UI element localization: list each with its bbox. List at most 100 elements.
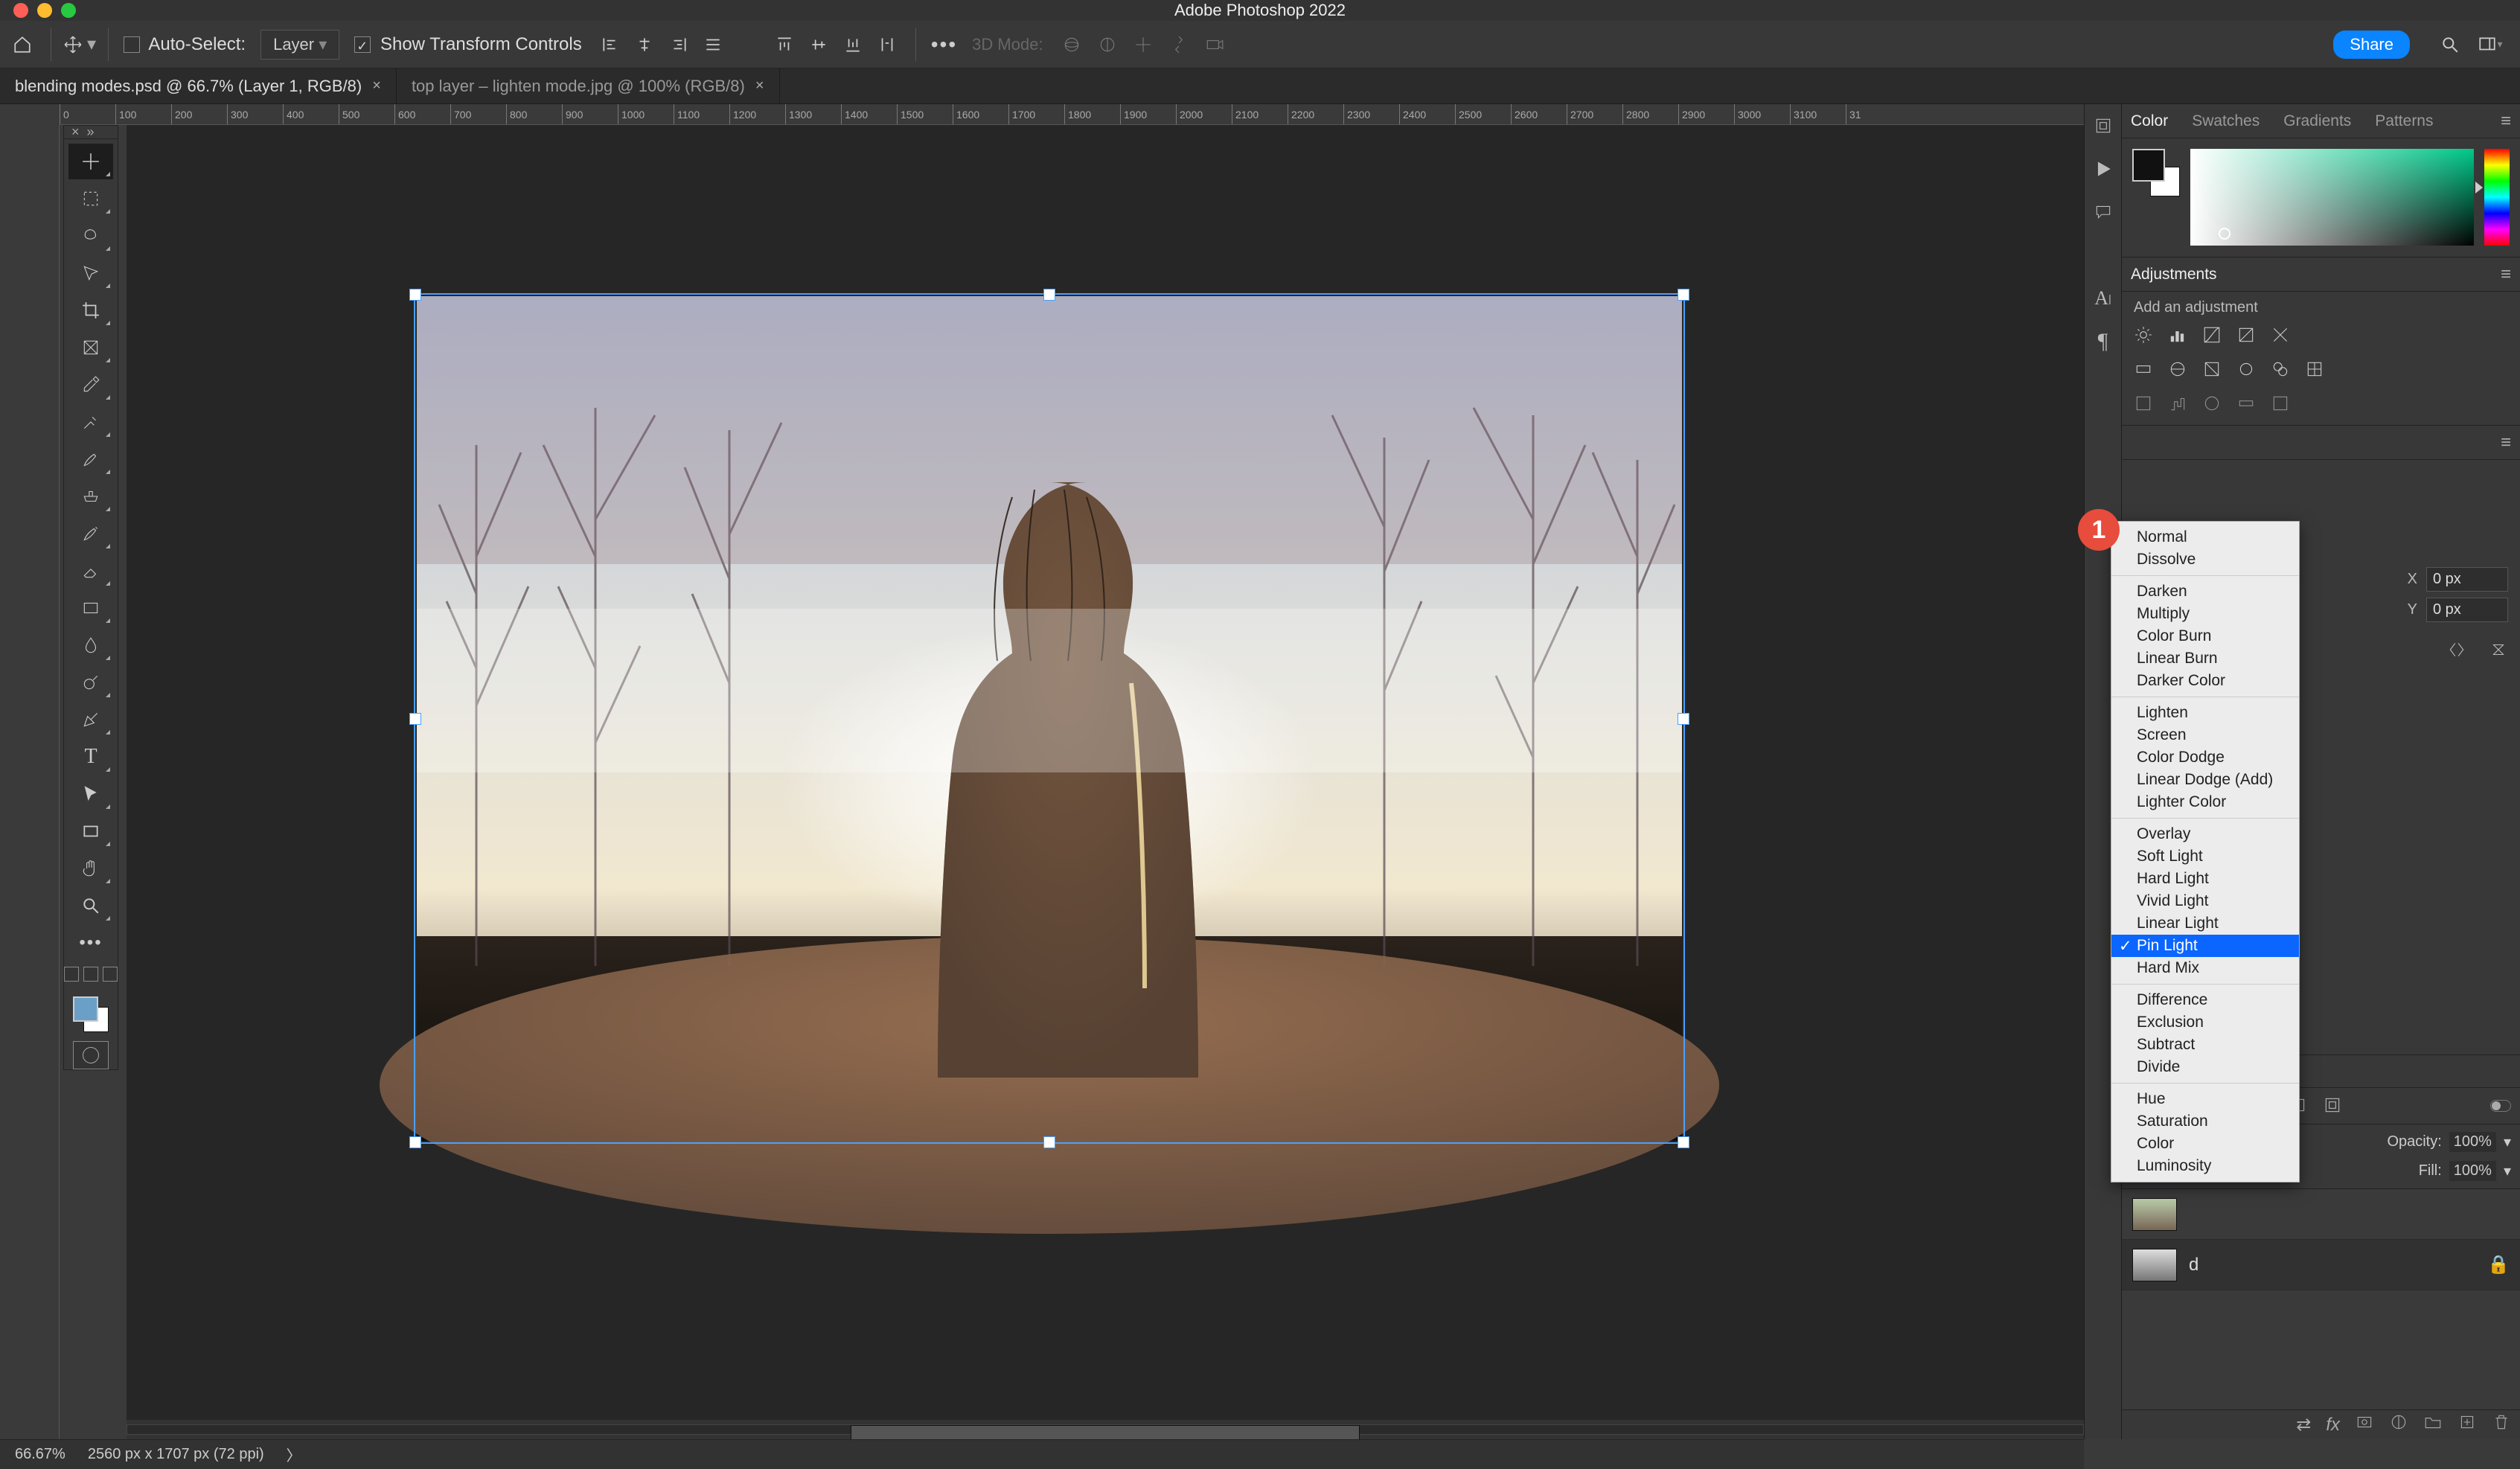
lock-icon[interactable]: 🔒 (2487, 1254, 2510, 1276)
channel-mixer-icon[interactable] (2271, 359, 2292, 380)
doc-tab-inactive[interactable]: top layer – lighten mode.jpg @ 100% (RGB… (397, 68, 780, 103)
more-options-icon[interactable]: ••• (931, 33, 957, 57)
prop-x-value[interactable]: 0 px (2426, 567, 2508, 592)
paragraph-panel-icon[interactable]: ¶ (2092, 330, 2114, 353)
handle-top-mid[interactable] (1043, 289, 1055, 301)
gradient-tool[interactable] (68, 590, 113, 626)
pen-tool[interactable] (68, 702, 113, 737)
canvas[interactable] (127, 125, 2084, 1439)
new-layer-icon[interactable] (2457, 1412, 2477, 1437)
blend-mode-vivid-light[interactable]: Vivid Light (2111, 890, 2299, 912)
toolbar-grip[interactable]: × » (63, 125, 118, 138)
move-tool[interactable] (68, 144, 113, 179)
threshold-icon[interactable] (2202, 394, 2223, 415)
clone-stamp-tool[interactable] (68, 479, 113, 514)
handle-bottom-right[interactable] (1678, 1136, 1689, 1148)
bw-icon[interactable] (2202, 359, 2223, 380)
blend-mode-linear-light[interactable]: Linear Light (2111, 912, 2299, 935)
auto-select-toggle[interactable]: Auto-Select: (124, 34, 246, 55)
brush-tool[interactable] (68, 441, 113, 477)
auto-select-target[interactable]: Layer ▾ (260, 30, 339, 60)
doc-tab-active[interactable]: blending modes.psd @ 66.7% (Layer 1, RGB… (0, 68, 397, 103)
blend-mode-difference[interactable]: Difference (2111, 989, 2299, 1011)
filter-smart-icon[interactable] (2323, 1095, 2344, 1116)
character-panel-icon[interactable]: A| (2092, 287, 2114, 310)
blend-mode-menu[interactable]: NormalDissolveDarkenMultiplyColor BurnLi… (2111, 521, 2300, 1182)
status-caret-icon[interactable]: 〉 (287, 1444, 301, 1465)
show-transform-toggle[interactable]: Show Transform Controls (354, 34, 581, 55)
trash-icon[interactable] (2492, 1412, 2511, 1437)
tab-patterns[interactable]: Patterns (2375, 112, 2433, 130)
quick-mask-toggle[interactable] (73, 1041, 109, 1069)
swatch-pair[interactable] (68, 992, 113, 1037)
auto-select-checkbox[interactable] (124, 36, 140, 53)
color-lookup-icon[interactable] (2305, 359, 2326, 380)
opacity-value[interactable]: 100% (2449, 1132, 2496, 1152)
blend-mode-color[interactable]: Color (2111, 1133, 2299, 1155)
selective-color-icon[interactable] (2271, 394, 2292, 415)
quick-select-tool[interactable] (68, 255, 113, 291)
show-transform-checkbox[interactable] (354, 36, 371, 53)
history-brush-tool[interactable] (68, 516, 113, 551)
window-min-dot[interactable] (37, 3, 52, 18)
blend-mode-darker-color[interactable]: Darker Color (2111, 670, 2299, 692)
vibrance-icon[interactable] (2271, 325, 2292, 346)
tab-color[interactable]: Color (2131, 112, 2168, 130)
dist-h-icon[interactable] (874, 31, 901, 58)
filter-toggle-switch[interactable] (2490, 1100, 2511, 1112)
marquee-tool[interactable] (68, 181, 113, 217)
layer-row-1[interactable] (2122, 1189, 2520, 1240)
dist-top-icon[interactable] (771, 31, 798, 58)
move-tool-icon[interactable]: ▾ (66, 31, 93, 58)
levels-icon[interactable] (2168, 325, 2189, 346)
blend-mode-lighter-color[interactable]: Lighter Color (2111, 791, 2299, 813)
layer-row-background[interactable]: d 🔒 (2122, 1240, 2520, 1290)
fg-bg-mini-swatches[interactable] (64, 967, 118, 982)
blend-mode-darken[interactable]: Darken (2111, 580, 2299, 603)
comments-panel-icon[interactable] (2092, 201, 2114, 223)
handle-bottom-mid[interactable] (1043, 1136, 1055, 1148)
blend-mode-subtract[interactable]: Subtract (2111, 1034, 2299, 1056)
tab-swatches[interactable]: Swatches (2192, 112, 2260, 130)
blend-mode-lighten[interactable]: Lighten (2111, 702, 2299, 724)
blur-tool[interactable] (68, 627, 113, 663)
adjustment-layer-icon[interactable] (2389, 1412, 2408, 1437)
blend-mode-linear-burn[interactable]: Linear Burn (2111, 647, 2299, 670)
posterize-icon[interactable] (2168, 394, 2189, 415)
crop-tool[interactable] (68, 292, 113, 328)
ruler-horizontal[interactable]: 0100200300400500600700800900100011001200… (60, 104, 2084, 125)
handle-top-left[interactable] (409, 289, 421, 301)
share-button[interactable]: Share (2333, 31, 2410, 59)
eyedropper-tool[interactable] (68, 367, 113, 403)
healing-brush-tool[interactable] (68, 404, 113, 440)
actions-panel-icon[interactable] (2092, 158, 2114, 180)
align-left-icon[interactable] (597, 31, 624, 58)
home-icon[interactable] (9, 31, 36, 58)
window-close-dot[interactable] (13, 3, 28, 18)
hand-tool[interactable] (68, 851, 113, 886)
doc-dims-status[interactable]: 2560 px x 1707 px (72 ppi) (88, 1446, 264, 1463)
distribute-icon[interactable] (700, 31, 726, 58)
blend-mode-overlay[interactable]: Overlay (2111, 823, 2299, 845)
panel-menu-icon[interactable]: ≡ (2501, 432, 2511, 453)
dist-bottom-icon[interactable] (840, 31, 866, 58)
blend-mode-linear-dodge-add-[interactable]: Linear Dodge (Add) (2111, 769, 2299, 791)
fx-icon[interactable]: fx (2326, 1415, 2340, 1436)
edit-toolbar[interactable]: ••• (68, 925, 113, 961)
path-select-tool[interactable] (68, 776, 113, 812)
blend-mode-saturation[interactable]: Saturation (2111, 1110, 2299, 1133)
color-balance-icon[interactable] (2168, 359, 2189, 380)
opacity-dropdown-icon[interactable]: ▾ (2504, 1133, 2511, 1151)
blend-mode-normal[interactable]: Normal (2111, 526, 2299, 548)
blend-mode-dissolve[interactable]: Dissolve (2111, 548, 2299, 571)
flip-v-icon[interactable] (2489, 640, 2508, 664)
curves-icon[interactable] (2202, 325, 2223, 346)
ruler-vertical[interactable] (41, 125, 60, 1439)
blend-mode-pin-light[interactable]: Pin Light (2111, 935, 2299, 957)
invert-icon[interactable] (2134, 394, 2155, 415)
handle-mid-left[interactable] (409, 713, 421, 725)
blend-mode-exclusion[interactable]: Exclusion (2111, 1011, 2299, 1034)
photo-filter-icon[interactable] (2236, 359, 2257, 380)
handle-mid-right[interactable] (1678, 713, 1689, 725)
transform-bounding-box[interactable] (414, 293, 1685, 1144)
